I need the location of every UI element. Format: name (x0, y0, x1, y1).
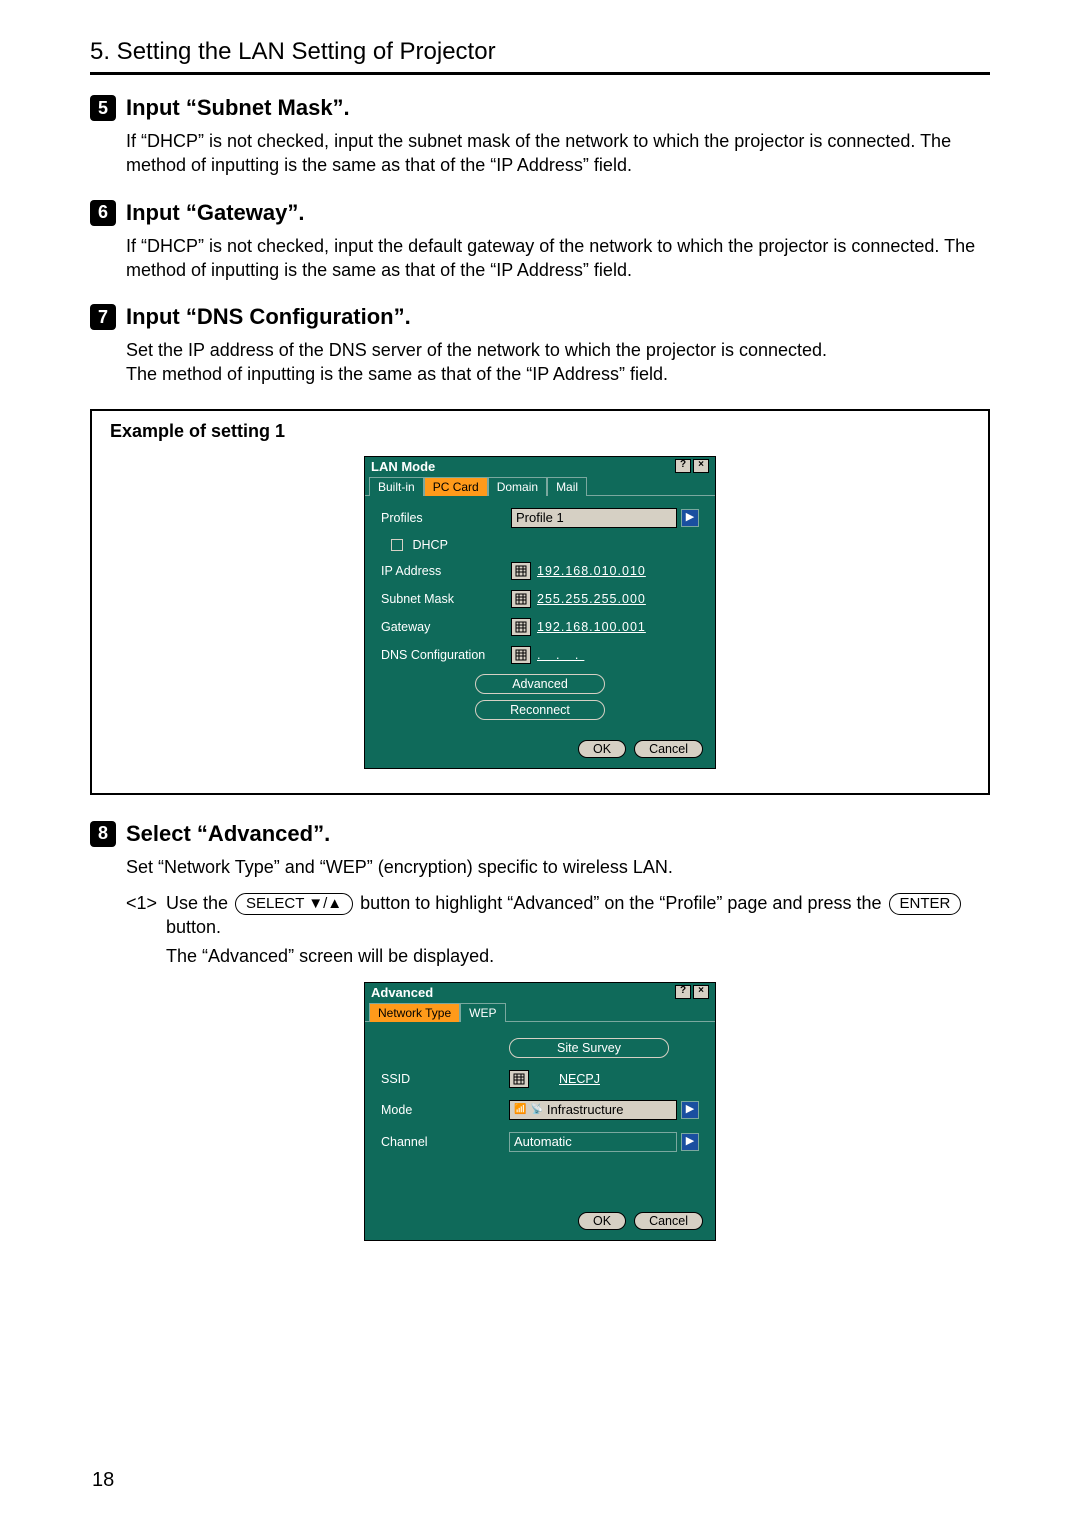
tab-bar: Built-in PC Card Domain Mail (365, 476, 715, 496)
channel-field[interactable]: Automatic (509, 1132, 677, 1152)
subnet-value[interactable]: 255.255.255.000 (537, 592, 646, 606)
tab-builtin[interactable]: Built-in (369, 477, 424, 496)
mode-arrow-icon[interactable]: ▶ (681, 1101, 699, 1119)
tab-wep[interactable]: WEP (460, 1003, 505, 1022)
close-icon[interactable]: × (693, 459, 709, 473)
tab-domain[interactable]: Domain (488, 477, 547, 496)
cancel-button[interactable]: Cancel (634, 740, 703, 758)
step-title-8: Select “Advanced”. (126, 821, 330, 847)
step-6: 6 Input “Gateway”. If “DHCP” is not chec… (90, 200, 990, 283)
tower-icon: 📡 (530, 1104, 542, 1115)
step-body-7: Set the IP address of the DNS server of … (126, 338, 990, 387)
step-body-8: Set “Network Type” and “WEP” (encryption… (126, 855, 990, 879)
dhcp-label: DHCP (412, 538, 447, 552)
site-survey-button[interactable]: Site Survey (509, 1038, 669, 1058)
keypad-icon[interactable] (511, 590, 531, 608)
keypad-icon[interactable] (511, 618, 531, 636)
step-title-5: Input “Subnet Mask”. (126, 95, 350, 121)
keycap-select: SELECT ▼/▲ (235, 893, 353, 915)
keypad-icon[interactable] (511, 562, 531, 580)
tab-pc-card[interactable]: PC Card (424, 477, 488, 496)
step-title-6: Input “Gateway”. (126, 200, 304, 226)
subnet-label: Subnet Mask (381, 592, 511, 606)
lan-mode-dialog: LAN Mode ? × Built-in PC Card Domain Mai… (364, 456, 716, 769)
profiles-arrow-icon[interactable]: ▶ (681, 509, 699, 527)
example-box-1: Example of setting 1 LAN Mode ? × Built-… (90, 409, 990, 795)
step-title-7: Input “DNS Configuration”. (126, 304, 411, 330)
help-icon[interactable]: ? (675, 459, 691, 473)
gateway-label: Gateway (381, 620, 511, 634)
example-label: Example of setting 1 (110, 421, 970, 442)
substep-text-post: button. (166, 917, 221, 937)
substep-text-pre: Use the (166, 893, 233, 913)
step-number-7: 7 (90, 304, 116, 330)
adv-ok-button[interactable]: OK (578, 1212, 626, 1230)
keypad-icon[interactable] (511, 646, 531, 664)
step-number-5: 5 (90, 95, 116, 121)
step-7: 7 Input “DNS Configuration”. Set the IP … (90, 304, 990, 387)
dns-label: DNS Configuration (381, 648, 511, 662)
close-icon[interactable]: × (693, 985, 709, 999)
keycap-enter: ENTER (889, 893, 962, 915)
mode-field[interactable]: 📶 📡 Infrastructure (509, 1100, 677, 1120)
tab-network-type[interactable]: Network Type (369, 1003, 460, 1022)
dhcp-checkbox[interactable] (391, 539, 403, 551)
help-icon[interactable]: ? (675, 985, 691, 999)
profiles-label: Profiles (381, 511, 511, 525)
channel-value: Automatic (514, 1134, 572, 1149)
dhcp-row[interactable]: DHCP (381, 538, 511, 552)
channel-arrow-icon[interactable]: ▶ (681, 1133, 699, 1151)
adv-title: Advanced (371, 985, 433, 1000)
substep-1: <1> Use the SELECT ▼/▲ button to highlig… (126, 891, 990, 940)
mode-value: Infrastructure (547, 1102, 624, 1117)
step-number-6: 6 (90, 200, 116, 226)
step-body-5: If “DHCP” is not checked, input the subn… (126, 129, 990, 178)
profiles-value: Profile 1 (516, 510, 564, 525)
tab-mail[interactable]: Mail (547, 477, 587, 496)
step-8: 8 Select “Advanced”. Set “Network Type” … (90, 821, 990, 879)
advanced-button[interactable]: Advanced (475, 674, 605, 694)
page-number: 18 (92, 1469, 114, 1492)
channel-label: Channel (381, 1135, 509, 1149)
title-rule (90, 72, 990, 75)
ok-button[interactable]: OK (578, 740, 626, 758)
ssid-label: SSID (381, 1072, 509, 1086)
advanced-dialog: Advanced ? × Network Type WEP Site Surve… (364, 982, 716, 1241)
step-body-6: If “DHCP” is not checked, input the defa… (126, 234, 990, 283)
step-number-8: 8 (90, 821, 116, 847)
dialog-title: LAN Mode (371, 459, 435, 474)
reconnect-button[interactable]: Reconnect (475, 700, 605, 720)
dns-value[interactable]: . . . (537, 648, 584, 662)
keypad-icon[interactable] (509, 1070, 529, 1088)
ip-value[interactable]: 192.168.010.010 (537, 564, 646, 578)
substep-after: The “Advanced” screen will be displayed. (166, 944, 990, 968)
ssid-value[interactable]: NECPJ (535, 1072, 624, 1086)
adv-titlebar: Advanced ? × (365, 983, 715, 1002)
adv-cancel-button[interactable]: Cancel (634, 1212, 703, 1230)
substep-num: <1> (126, 891, 166, 915)
substep-text-mid: button to highlight “Advanced” on the “P… (360, 893, 886, 913)
gateway-value[interactable]: 192.168.100.001 (537, 620, 646, 634)
step-5: 5 Input “Subnet Mask”. If “DHCP” is not … (90, 95, 990, 178)
adv-tab-bar: Network Type WEP (365, 1002, 715, 1022)
profiles-field[interactable]: Profile 1 (511, 508, 677, 528)
wireless-icon: 📶 (514, 1104, 526, 1115)
chapter-title: 5. Setting the LAN Setting of Projector (90, 38, 990, 66)
dialog-titlebar: LAN Mode ? × (365, 457, 715, 476)
mode-label: Mode (381, 1103, 509, 1117)
ip-label: IP Address (381, 564, 511, 578)
